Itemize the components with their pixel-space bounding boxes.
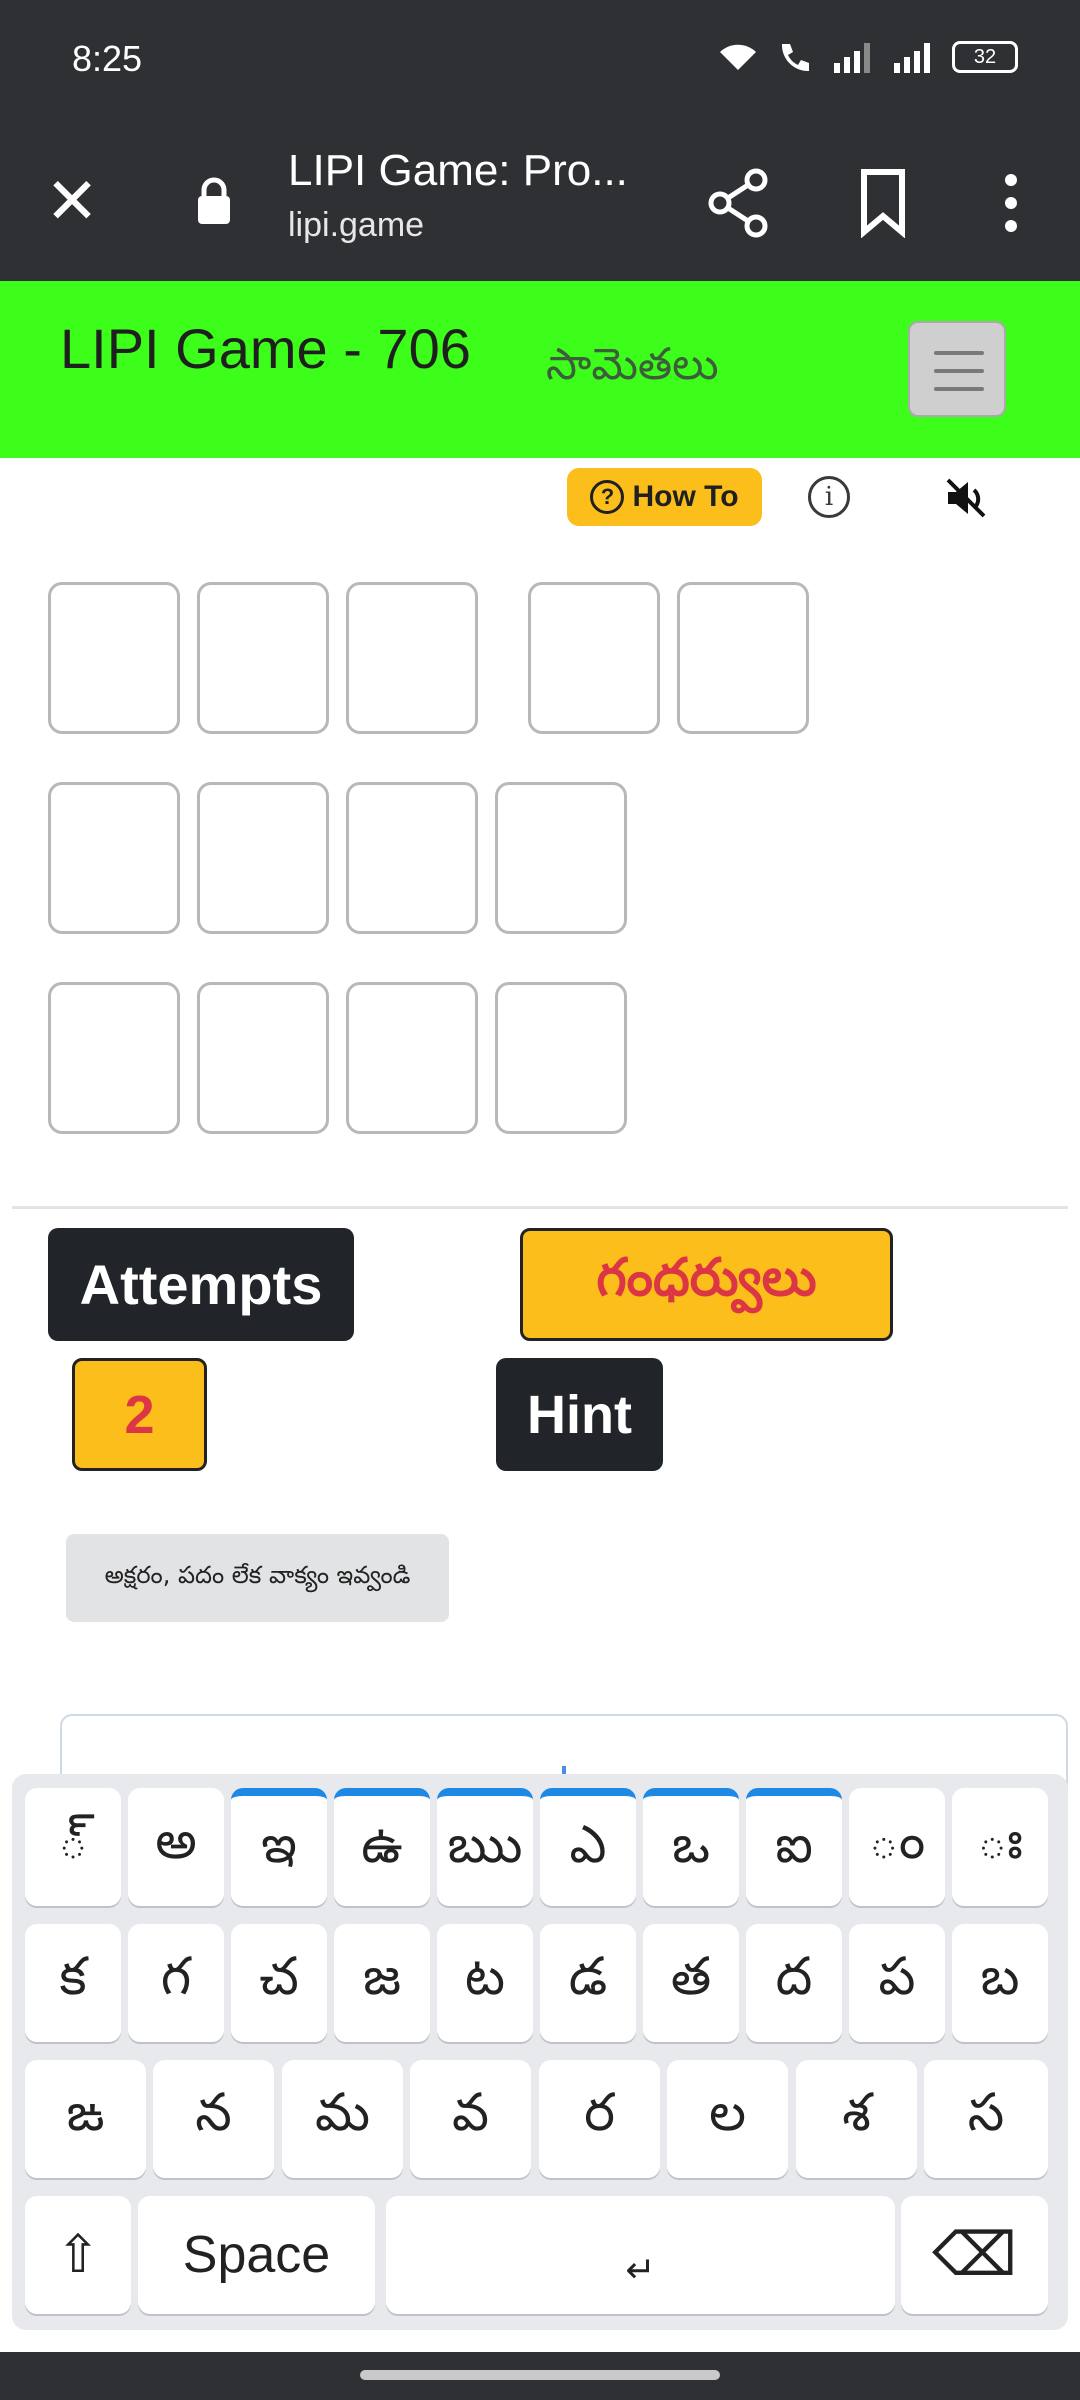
input-hint: అక్షరం, పదం లేక వాక్యం ఇవ్వండి — [66, 1534, 449, 1622]
menu-icon-bar — [934, 387, 984, 391]
letter-tile — [528, 582, 660, 734]
key[interactable]: శ — [796, 2060, 917, 2178]
key[interactable]: ఉ — [334, 1788, 430, 1906]
letter-tile — [346, 982, 478, 1134]
key[interactable]: ద — [746, 1924, 842, 2042]
key[interactable]: జ — [334, 1924, 430, 2042]
key[interactable]: ఐ — [746, 1788, 842, 1906]
key[interactable]: ఎ — [540, 1788, 636, 1906]
key[interactable]: స — [924, 2060, 1048, 2178]
status-icons: 32 — [716, 40, 1018, 74]
page-title[interactable]: LIPI Game: Pro... — [288, 146, 628, 196]
shift-key[interactable]: ⇧ — [25, 2196, 131, 2314]
key[interactable]: న — [153, 2060, 274, 2178]
attempts-count: 2 — [72, 1358, 207, 1471]
key[interactable]: బ — [952, 1924, 1048, 2042]
letter-tile — [48, 982, 180, 1134]
key[interactable]: త — [643, 1924, 739, 2042]
key[interactable]: ః — [952, 1788, 1048, 1906]
key[interactable]: మ — [282, 2060, 403, 2178]
browser-toolbar: ✕ LIPI Game: Pro... lipi.game — [0, 124, 1080, 281]
key[interactable]: ఋ — [437, 1788, 533, 1906]
app-header: LIPI Game - 706 సామెతలు — [0, 281, 1080, 458]
info-icon[interactable]: i — [808, 476, 850, 518]
category-label: సామెతలు — [546, 339, 719, 390]
letter-tile — [495, 782, 627, 934]
answer-word: గంధర్వులు — [520, 1228, 893, 1341]
key[interactable]: గ — [128, 1924, 224, 2042]
key[interactable]: ్ — [25, 1788, 121, 1906]
key[interactable]: ఇ — [231, 1788, 327, 1906]
home-handle[interactable] — [360, 2370, 720, 2380]
signal-icon — [834, 43, 870, 73]
status-time: 8:25 — [72, 38, 143, 79]
close-icon[interactable]: ✕ — [40, 164, 104, 240]
backspace-key[interactable]: ⌫ — [901, 2196, 1048, 2314]
space-key[interactable]: Space — [138, 2196, 375, 2314]
menu-button[interactable] — [908, 321, 1006, 417]
divider — [12, 1206, 1068, 1209]
letter-tile — [346, 582, 478, 734]
key[interactable]: క — [25, 1924, 121, 2042]
letter-tile — [197, 782, 329, 934]
letter-tile — [48, 782, 180, 934]
hint-button[interactable]: Hint — [496, 1358, 663, 1471]
key[interactable]: చ — [231, 1924, 327, 2042]
how-to-button[interactable]: ? How To — [567, 468, 762, 526]
bookmark-icon[interactable] — [858, 168, 908, 238]
battery-icon: 32 — [952, 41, 1018, 73]
key[interactable]: ఒ — [643, 1788, 739, 1906]
key[interactable]: ప — [849, 1924, 945, 2042]
menu-icon — [934, 351, 984, 355]
system-nav-bar — [0, 2352, 1080, 2400]
more-icon[interactable] — [996, 168, 1026, 238]
status-bar: 8:25 32 — [0, 0, 1080, 124]
letter-tile — [48, 582, 180, 734]
lock-icon — [198, 177, 230, 224]
key[interactable]: డ — [540, 1924, 636, 2042]
wifi-icon — [720, 44, 756, 70]
letter-tile — [495, 982, 627, 1134]
app-title: LIPI Game - 706 — [60, 317, 471, 380]
page-url[interactable]: lipi.game — [288, 206, 424, 245]
key[interactable]: ర — [539, 2060, 660, 2178]
letter-tile — [677, 582, 809, 734]
how-to-label: How To — [632, 480, 739, 513]
key[interactable]: ఙ — [25, 2060, 146, 2178]
enter-key[interactable]: ↵ — [386, 2196, 895, 2314]
telugu-keyboard: ్ అ ఇ ఉ ఋ ఎ ఒ ఐ ం ః క గ చ జ ట డ త ద ప బ … — [12, 1774, 1068, 2330]
key[interactable]: ట — [437, 1924, 533, 2042]
mute-icon[interactable] — [942, 474, 990, 522]
attempts-label: Attempts — [48, 1228, 354, 1341]
letter-tile — [197, 982, 329, 1134]
signal-icon-2 — [894, 43, 930, 73]
key[interactable]: వ — [410, 2060, 531, 2178]
key[interactable]: ం — [849, 1788, 945, 1906]
letter-tile — [346, 782, 478, 934]
letter-tile — [197, 582, 329, 734]
call-icon — [781, 44, 809, 72]
share-icon[interactable] — [708, 168, 770, 238]
question-icon: ? — [590, 480, 625, 514]
key[interactable]: ల — [667, 2060, 788, 2178]
menu-icon-bar — [934, 369, 984, 373]
key[interactable]: అ — [128, 1788, 224, 1906]
